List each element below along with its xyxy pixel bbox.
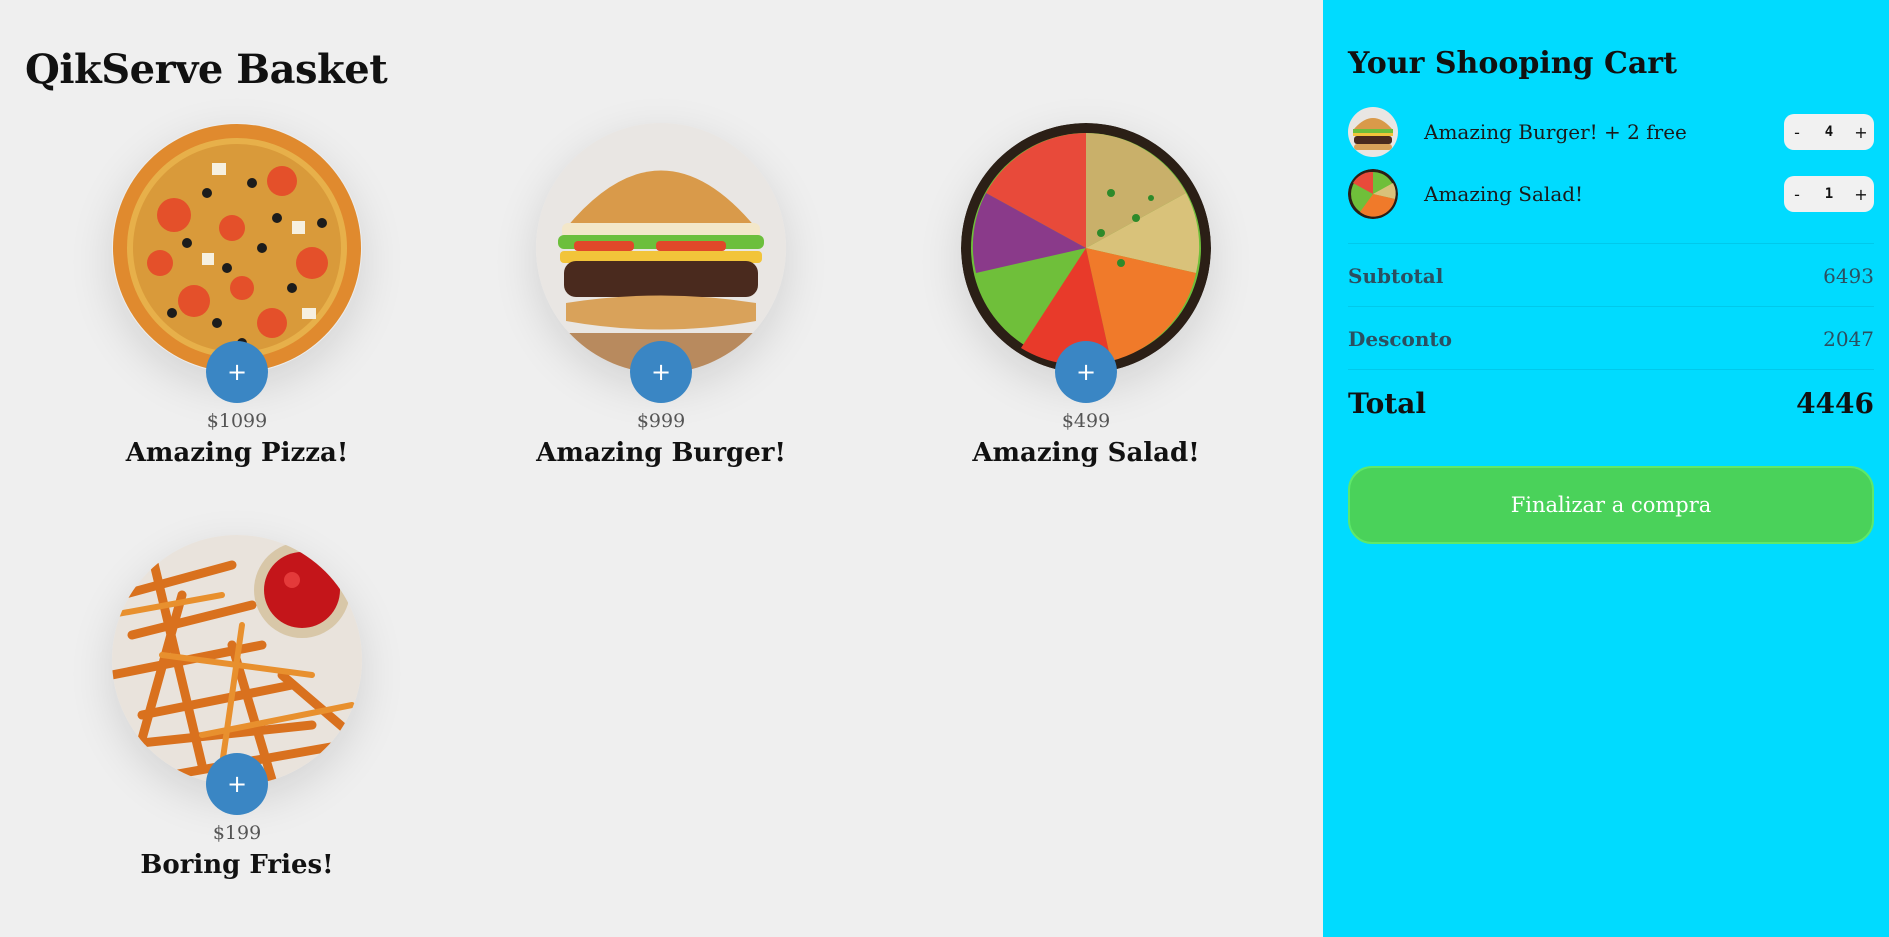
add-to-cart-button[interactable]: +: [630, 341, 692, 403]
checkout-button[interactable]: Finalizar a compra: [1348, 466, 1874, 544]
burger-thumbnail: [1348, 107, 1398, 157]
divider: [1348, 306, 1874, 307]
subtotal-label: Subtotal: [1348, 264, 1444, 288]
add-to-cart-button[interactable]: +: [1055, 341, 1117, 403]
increase-quantity-button[interactable]: +: [1848, 123, 1874, 142]
divider: [1348, 369, 1874, 370]
product-name: Amazing Salad!: [972, 438, 1200, 468]
add-to-cart-button[interactable]: +: [206, 341, 268, 403]
shopping-cart-panel: Your Shooping Cart Amazing Burger! + 2 f…: [1323, 0, 1889, 937]
page-title: QikServe Basket: [25, 46, 388, 93]
discount-value: 2047: [1823, 327, 1874, 351]
increase-quantity-button[interactable]: +: [1848, 185, 1874, 204]
cart-item-name: Amazing Salad!: [1424, 182, 1584, 206]
cart-item-name: Amazing Burger! + 2 free: [1424, 120, 1687, 144]
salad-image: [961, 123, 1211, 373]
cart-item: Amazing Burger! + 2 free - 4 +: [1348, 107, 1874, 157]
quantity-value: 1: [1824, 186, 1834, 202]
quantity-stepper: - 1 +: [1784, 176, 1874, 212]
divider: [1348, 243, 1874, 244]
cart-title: Your Shooping Cart: [1348, 46, 1677, 81]
pizza-image: [112, 123, 362, 373]
total-label: Total: [1348, 387, 1427, 420]
add-to-cart-button[interactable]: +: [206, 753, 268, 815]
product-price: $199: [212, 822, 262, 844]
discount-label: Desconto: [1348, 327, 1452, 351]
product-name: Amazing Burger!: [536, 438, 786, 468]
product-price: $999: [636, 410, 686, 432]
product-price: $1099: [206, 410, 268, 432]
product-catalog: QikServe Basket + $1099 Amazing Pizza! +…: [0, 0, 1323, 937]
fries-image: [112, 535, 362, 785]
salad-thumbnail: [1348, 169, 1398, 219]
total-value: 4446: [1796, 387, 1874, 420]
decrease-quantity-button[interactable]: -: [1784, 185, 1810, 204]
decrease-quantity-button[interactable]: -: [1784, 123, 1810, 142]
cart-item: Amazing Salad! - 1 +: [1348, 169, 1874, 219]
subtotal-value: 6493: [1823, 264, 1874, 288]
burger-image: [536, 123, 786, 373]
quantity-stepper: - 4 +: [1784, 114, 1874, 150]
product-price: $499: [1061, 410, 1111, 432]
product-name: Boring Fries!: [140, 850, 334, 880]
product-name: Amazing Pizza!: [125, 438, 349, 468]
quantity-value: 4: [1824, 124, 1834, 140]
